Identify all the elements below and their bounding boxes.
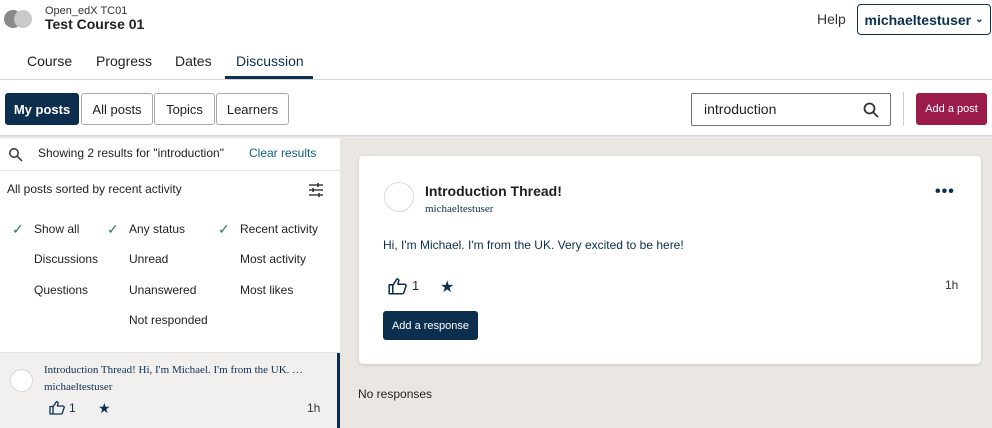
search-icon: [9, 148, 23, 162]
thread-title: Introduction Thread!: [425, 183, 562, 199]
post-preview[interactable]: Introduction Thread! Hi, I'm Michael. I'…: [44, 364, 304, 376]
avatar: [384, 182, 414, 212]
selected-post-indicator: [337, 353, 340, 428]
topics-button[interactable]: Topics: [154, 93, 215, 125]
filter-not-responded[interactable]: Not responded: [129, 313, 208, 327]
sidebar-divider: [0, 170, 340, 171]
filter-discussions[interactable]: Discussions: [34, 252, 98, 266]
site-logo[interactable]: [4, 10, 32, 28]
thumbs-up-icon[interactable]: [49, 400, 65, 415]
sort-most-likes[interactable]: Most likes: [240, 283, 293, 297]
search-field[interactable]: [691, 93, 891, 126]
post-item-time: 1h: [307, 401, 321, 415]
filter-questions[interactable]: Questions: [34, 283, 88, 297]
add-response-button[interactable]: Add a response: [383, 311, 478, 340]
more-actions-icon[interactable]: •••: [935, 183, 955, 201]
header-divider: [0, 79, 992, 80]
thread-author[interactable]: michaeltestuser: [425, 203, 493, 215]
star-icon[interactable]: ★: [98, 400, 111, 417]
toolbar-shadow: [0, 135, 992, 139]
post-item-title: Introduction Thread!: [44, 364, 136, 376]
post-item-like-count: 1: [69, 401, 76, 415]
all-posts-button[interactable]: All posts: [81, 93, 153, 125]
search-icon[interactable]: [862, 101, 880, 119]
add-post-button[interactable]: Add a post: [916, 93, 987, 125]
post-item-excerpt: Hi, I'm Michael. I'm from the UK. Very e…: [138, 364, 305, 376]
avatar: [10, 369, 33, 392]
filter-unread[interactable]: Unread: [129, 252, 168, 266]
sort-summary: All posts sorted by recent activity: [7, 182, 182, 196]
search-input[interactable]: [704, 101, 854, 117]
tab-progress[interactable]: Progress: [96, 53, 152, 69]
sort-recent-activity[interactable]: Recent activity: [240, 222, 318, 236]
tab-dates[interactable]: Dates: [175, 53, 212, 69]
clear-results-link[interactable]: Clear results: [249, 146, 316, 160]
tab-course[interactable]: Course: [27, 53, 72, 69]
thread-time: 1h: [945, 278, 959, 292]
user-menu-button[interactable]: michaeltestuser ⌄: [857, 4, 991, 35]
sort-most-activity[interactable]: Most activity: [240, 252, 306, 266]
filter-unanswered[interactable]: Unanswered: [129, 283, 196, 297]
course-title: Test Course 01: [45, 16, 145, 32]
thread-body: Hi, I'm Michael. I'm from the UK. Very e…: [383, 238, 684, 252]
thumbs-up-icon[interactable]: [388, 277, 407, 295]
learners-button[interactable]: Learners: [216, 93, 289, 125]
filter-any-status[interactable]: Any status: [129, 222, 185, 236]
star-icon[interactable]: ★: [440, 277, 454, 297]
post-item-author: michaeltestuser: [44, 381, 113, 393]
my-posts-button[interactable]: My posts: [5, 93, 79, 125]
chevron-down-icon: ⌄: [975, 14, 984, 25]
checkmark-icon: ✓: [12, 221, 24, 237]
toolbar-divider: [903, 92, 904, 126]
checkmark-icon: ✓: [218, 221, 230, 237]
username: michaeltestuser: [864, 11, 972, 28]
tab-discussion[interactable]: Discussion: [236, 53, 304, 69]
help-link[interactable]: Help: [817, 11, 846, 27]
filter-sliders-icon[interactable]: [308, 182, 324, 198]
no-responses-text: No responses: [358, 387, 433, 401]
checkmark-icon: ✓: [107, 221, 119, 237]
filter-show-all[interactable]: Show all: [34, 222, 79, 236]
search-results-summary: Showing 2 results for "introduction": [38, 146, 224, 160]
thread-like-count: 1: [412, 278, 420, 293]
